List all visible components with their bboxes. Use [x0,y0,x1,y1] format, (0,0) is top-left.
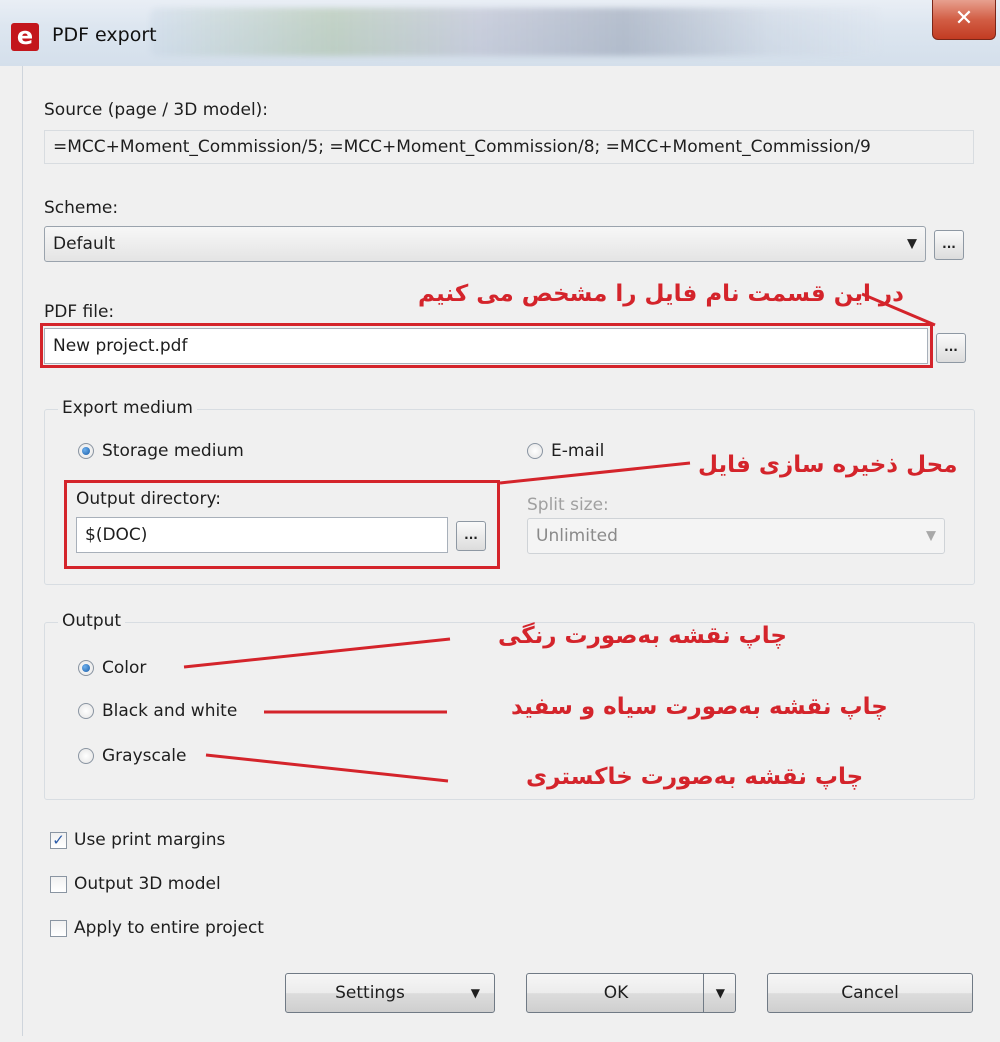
chevron-down-icon: ▼ [470,986,480,1000]
window-title: PDF export [52,24,157,46]
app-icon: e [11,23,39,51]
radio-unselected-icon [78,748,94,764]
email-radio[interactable]: E-mail [527,441,604,461]
close-button[interactable]: ✕ [932,0,996,40]
source-field[interactable]: =MCC+Moment_Commission/5; =MCC+Moment_Co… [44,130,974,164]
close-icon: ✕ [954,6,974,31]
black-and-white-label: Black and white [102,701,238,721]
radio-selected-icon [78,660,94,676]
pdf-file-browse-button[interactable]: ... [936,333,966,363]
pdf-export-dialog: e PDF export ✕ Source (page / 3D model):… [0,0,1000,1042]
apply-entire-project-checkbox[interactable]: Apply to entire project [50,918,264,938]
scheme-value: Default [53,234,116,254]
ok-split-divider [703,974,704,1012]
email-label: E-mail [551,441,605,461]
title-bar-background-blur [150,8,880,56]
black-and-white-radio[interactable]: Black and white [78,701,237,721]
chevron-down-icon: ▼ [926,528,936,544]
pdf-file-label: PDF file: [44,302,115,322]
use-print-margins-label: Use print margins [74,830,226,850]
chevron-down-icon: ▼ [907,236,917,252]
source-label: Source (page / 3D model): [44,100,269,120]
color-annotation: چاپ نقشه به‌صورت رنگی [498,623,787,649]
storage-medium-radio[interactable]: Storage medium [78,441,244,461]
bw-annotation: چاپ نقشه به‌صورت سیاه و سفید [511,694,888,720]
scheme-browse-button[interactable]: ... [934,230,964,260]
chevron-down-icon: ▼ [715,986,725,1000]
radio-unselected-icon [527,443,543,459]
scheme-select[interactable]: Default ▼ [44,226,926,262]
checkbox-unchecked-icon [50,875,67,893]
grayscale-radio[interactable]: Grayscale [78,746,186,766]
checkbox-unchecked-icon [50,919,67,937]
split-size-value: Unlimited [536,526,618,546]
ok-button[interactable]: OK ▼ [526,973,736,1013]
use-print-margins-checkbox[interactable]: ✓ Use print margins [50,830,225,850]
settings-button[interactable]: Settings ▼ [285,973,495,1013]
output-title: Output [58,611,126,631]
split-size-select[interactable]: Unlimited ▼ [527,518,945,554]
radio-unselected-icon [78,703,94,719]
grayscale-label: Grayscale [102,746,187,766]
radio-selected-icon [78,443,94,459]
gray-annotation: چاپ نقشه به‌صورت خاکستری [526,764,864,790]
settings-label: Settings [335,983,405,1003]
cancel-button[interactable]: Cancel [767,973,973,1013]
checkbox-checked-icon: ✓ [50,831,67,849]
split-size-label: Split size: [527,495,609,515]
export-medium-title: Export medium [58,398,197,418]
color-radio[interactable]: Color [78,658,146,678]
color-label: Color [102,658,147,678]
apply-entire-project-label: Apply to entire project [74,918,264,938]
storage-medium-label: Storage medium [102,441,244,461]
ok-label: OK [603,983,629,1003]
scheme-label: Scheme: [44,198,119,218]
title-bar[interactable]: e PDF export ✕ [0,0,1000,66]
pdf-file-annotation: در این قسمت نام فایل را مشخص می کنیم [418,281,904,307]
output-directory-highlight [64,480,500,569]
pdf-file-highlight [40,323,933,368]
output-3d-model-label: Output 3D model [74,874,221,894]
output-3d-model-checkbox[interactable]: Output 3D model [50,874,221,894]
directory-annotation: محل ذخیره سازی فایل [698,452,958,478]
